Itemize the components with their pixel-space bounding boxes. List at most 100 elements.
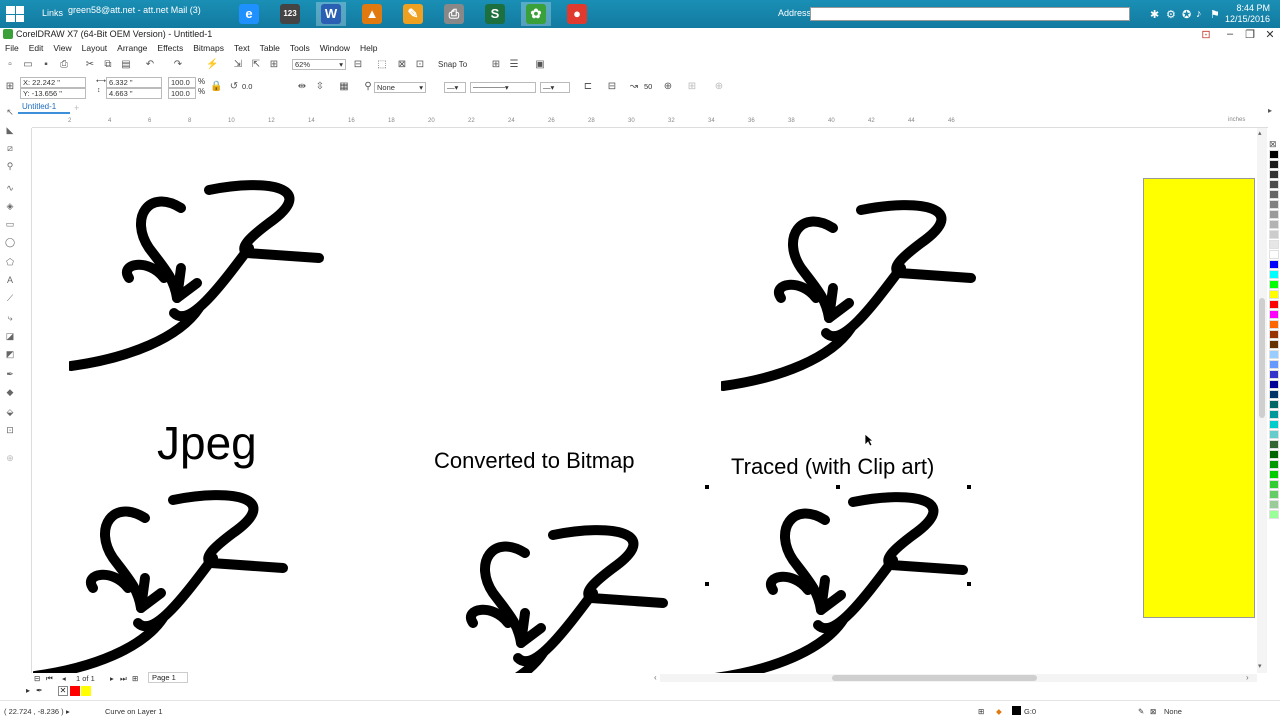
next-page-icon[interactable]: ▸ (110, 674, 114, 683)
document-palette-swatch[interactable] (70, 686, 80, 696)
add-icon[interactable]: ⊕ (713, 81, 725, 93)
color-swatch[interactable] (1269, 150, 1279, 159)
outline-pen-tool-icon[interactable]: ⊡ (4, 424, 16, 436)
outline-pen-icon[interactable]: ⊟ (606, 81, 618, 93)
zoom-level-dropdown[interactable]: 62% ▾ (292, 59, 346, 70)
polygon-tool-icon[interactable]: ⬠ (4, 256, 16, 268)
coreldraw-balloon-icon[interactable]: ▲ (357, 2, 387, 26)
color-swatch[interactable] (1269, 420, 1279, 429)
printer-app-icon[interactable]: ⎙ (439, 2, 469, 26)
windows-start-icon[interactable] (6, 6, 24, 22)
coreldraw-app-icon[interactable] (3, 29, 13, 39)
color-swatch[interactable] (1269, 240, 1279, 249)
drawing-canvas[interactable]: Jpeg Converted to Bitmap Traced (with Cl… (33, 128, 1255, 673)
smart-fill-tool-icon[interactable]: ◈ (4, 200, 16, 212)
menu-window[interactable]: Window (320, 42, 350, 55)
caption-converted-to-bitmap[interactable]: Converted to Bitmap (434, 448, 635, 474)
s2-logo-traced-selected[interactable] (713, 490, 973, 673)
last-page-icon[interactable]: ⏭ (120, 674, 127, 684)
connector-tool-icon[interactable]: ⤷ (4, 312, 16, 324)
color-swatch[interactable] (1269, 270, 1279, 279)
save-icon[interactable]: ▪ (40, 59, 52, 71)
maximize-button[interactable]: ❐ (1240, 28, 1260, 41)
object-origin-icon[interactable]: ⊞ (4, 81, 16, 93)
document-palette-arrow-icon[interactable]: ▸ (26, 686, 30, 695)
scale-width-field[interactable]: 100.0 (168, 77, 196, 88)
menu-arrange[interactable]: Arrange (117, 42, 147, 55)
outline-width-field[interactable]: 50 (642, 82, 662, 93)
color-swatch[interactable] (1269, 340, 1279, 349)
print-icon[interactable]: ⎙ (58, 59, 70, 71)
show-grid-icon[interactable]: ⊡ (414, 59, 426, 71)
outline-pen-status-icon[interactable]: ✎ (1138, 707, 1144, 716)
color-swatch[interactable] (1269, 410, 1279, 419)
color-swatch[interactable] (1269, 220, 1279, 229)
start-arrowhead-dropdown[interactable]: —▾ (444, 82, 466, 93)
open-icon[interactable]: ▭ (22, 59, 34, 71)
fill-color-icon[interactable]: ◆ (996, 707, 1002, 716)
document-tab[interactable]: Untitled-1 (18, 102, 70, 114)
color-swatch[interactable] (1269, 400, 1279, 409)
s2-logo-top-right[interactable] (721, 198, 981, 398)
tray-volume-icon[interactable]: ♪ (1196, 8, 1202, 20)
menu-layout[interactable]: Layout (82, 42, 108, 55)
mirror-horizontal-icon[interactable]: ⇹ (296, 81, 308, 93)
pick-tool-icon[interactable]: ↖ (4, 106, 16, 118)
text-tool-icon[interactable]: A (4, 274, 16, 286)
color-swatch[interactable] (1269, 510, 1279, 519)
caption-traced-clip-art[interactable]: Traced (with Clip art) (731, 454, 934, 480)
smoothing-icon[interactable]: ↝ (628, 81, 640, 93)
color-swatch[interactable] (1269, 500, 1279, 509)
color-swatch[interactable] (1269, 370, 1279, 379)
search-content-icon[interactable]: ⚡ (206, 59, 218, 71)
menu-file[interactable]: File (5, 42, 19, 55)
ellipse-tool-icon[interactable]: ◯ (4, 236, 16, 248)
menu-tools[interactable]: Tools (290, 42, 310, 55)
color-swatch[interactable] (1269, 280, 1279, 289)
first-page-icon[interactable]: ⊟ (34, 674, 40, 683)
chrome-icon[interactable]: ● (562, 2, 592, 26)
paste-icon[interactable]: ▤ (120, 59, 132, 71)
links-label[interactable]: Links (42, 8, 63, 18)
smart-fill-bucket-icon[interactable]: ⬙ (4, 406, 16, 418)
copy-icon[interactable]: ⧉ (102, 59, 114, 71)
horizontal-ruler[interactable]: inches 2 4 6 8 10 12 14 16 18 20 22 24 26 28 30 32 34 36 3… (32, 116, 1268, 128)
color-swatch[interactable] (1269, 450, 1279, 459)
color-swatch[interactable] (1269, 250, 1279, 259)
color-swatch[interactable] (1269, 180, 1279, 189)
tray-gear-icon[interactable]: ⚙ (1166, 8, 1176, 21)
selection-handle-top-right[interactable] (967, 485, 971, 489)
color-swatch[interactable] (1269, 210, 1279, 219)
export-icon[interactable]: ⇱ (250, 59, 262, 71)
status-arrow-icon[interactable]: ▸ (66, 707, 70, 716)
wrap-text-dropdown[interactable]: None ▾ (374, 82, 426, 93)
color-swatch[interactable] (1269, 490, 1279, 499)
color-swatch[interactable] (1269, 170, 1279, 179)
color-swatch[interactable] (1269, 380, 1279, 389)
zoom-to-page-icon[interactable]: ⊟ (352, 59, 364, 71)
cut-icon[interactable]: ✂ (84, 59, 96, 71)
menu-effects[interactable]: Effects (157, 42, 183, 55)
redo-icon[interactable]: ↷ (172, 59, 184, 71)
address-input[interactable] (810, 7, 1130, 21)
eyedropper-icon[interactable]: ✒ (36, 686, 43, 695)
menu-edit[interactable]: Edit (29, 42, 44, 55)
launcher-icon[interactable]: ☰ (508, 59, 520, 71)
color-swatch[interactable] (1269, 470, 1279, 479)
rotation-angle-field[interactable]: 0.0 (240, 82, 270, 93)
full-screen-preview-icon[interactable]: ⬚ (376, 59, 388, 71)
minimize-button[interactable]: – (1220, 28, 1240, 40)
color-swatch[interactable] (1269, 350, 1279, 359)
color-swatch[interactable] (1269, 260, 1279, 269)
end-arrowhead-dropdown[interactable]: —▾ (540, 82, 570, 93)
calculator-icon[interactable]: 123 (275, 2, 305, 26)
selection-handle-top-left[interactable] (705, 485, 709, 489)
horizontal-scrollbar-thumb[interactable] (832, 675, 1037, 681)
freehand-tool-icon[interactable]: ∿ (4, 182, 16, 194)
color-swatch[interactable] (1269, 300, 1279, 309)
undo-icon[interactable]: ↶ (144, 59, 156, 71)
color-swatch[interactable] (1269, 200, 1279, 209)
user-icon[interactable]: ⊡ (1196, 28, 1216, 41)
stepper-icon[interactable]: ⊕ (662, 81, 674, 93)
color-swatch[interactable] (1269, 160, 1279, 169)
